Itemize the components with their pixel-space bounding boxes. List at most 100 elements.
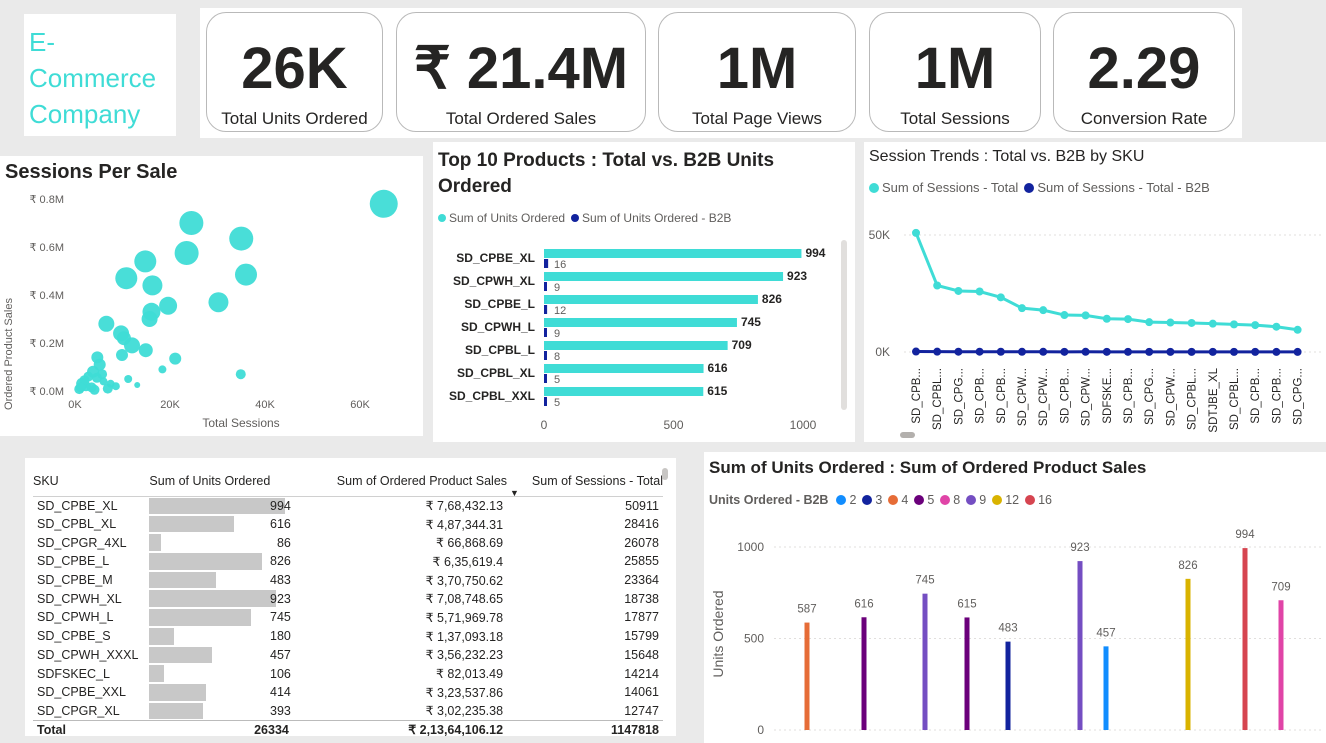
table-row[interactable]: SD_CPWH_L 745 ₹ 5,71,969.78 17877 — [33, 608, 663, 627]
series-point[interactable] — [1039, 306, 1048, 315]
bar-total[interactable] — [544, 318, 737, 327]
series-point[interactable] — [1124, 315, 1132, 324]
scatter-point[interactable] — [91, 372, 102, 383]
scatter-point[interactable] — [111, 382, 120, 391]
bar-b2b[interactable] — [544, 328, 547, 337]
series-point[interactable] — [1230, 320, 1238, 329]
series-point[interactable] — [1230, 347, 1238, 356]
series-point[interactable] — [975, 287, 984, 296]
series-point[interactable] — [1124, 347, 1132, 356]
table-row[interactable]: SD_CPBE_S 180 ₹ 1,37,093.18 15799 — [33, 627, 663, 646]
series-point[interactable] — [1145, 318, 1154, 327]
scatter-point[interactable] — [141, 311, 158, 327]
bar-total[interactable] — [544, 341, 728, 350]
horizontal-scrollbar[interactable] — [900, 432, 915, 438]
series-point[interactable] — [1039, 347, 1048, 356]
column-bar[interactable] — [1278, 600, 1284, 730]
scatter-point[interactable] — [138, 343, 153, 358]
column-bar[interactable] — [1103, 646, 1109, 730]
bar-total[interactable] — [544, 249, 802, 258]
series-point[interactable] — [1166, 318, 1175, 327]
top10-chart-panel[interactable]: Top 10 Products : Total vs. B2B Units Or… — [433, 142, 855, 442]
series-point[interactable] — [1272, 347, 1281, 356]
series-point[interactable] — [1166, 347, 1175, 356]
scatter-chart-panel[interactable]: Sessions Per Sale Ordered Product Sales … — [0, 156, 423, 436]
bar-b2b[interactable] — [544, 374, 547, 383]
scatter-point[interactable] — [208, 292, 229, 313]
series-point[interactable] — [1187, 318, 1196, 327]
series-point[interactable] — [1081, 347, 1090, 356]
bar-total[interactable] — [544, 295, 758, 304]
scatter-point[interactable] — [98, 315, 115, 332]
column-bar[interactable] — [922, 593, 928, 730]
scatter-point[interactable] — [235, 369, 246, 380]
table-scrollbar[interactable] — [662, 468, 668, 480]
scatter-point[interactable] — [115, 267, 138, 290]
scatter-point[interactable] — [134, 250, 157, 273]
kpi-card-total-sales[interactable]: ₹ 21.4M Total Ordered Sales — [396, 12, 646, 132]
series-point[interactable] — [1102, 314, 1111, 323]
scatter-point[interactable] — [369, 189, 398, 218]
table-row[interactable]: SDFSKEC_L 106 ₹ 82,013.49 14214 — [33, 664, 663, 683]
table-row[interactable]: SD_CPBL_XL 616 ₹ 4,87,344.31 28416 — [33, 515, 663, 534]
scatter-point[interactable] — [142, 275, 163, 296]
table-row[interactable]: SD_CPWH_XL 923 ₹ 7,08,748.65 18738 — [33, 589, 663, 608]
series-point[interactable] — [1293, 347, 1302, 356]
column-bar[interactable] — [964, 617, 970, 730]
series-point[interactable] — [1251, 347, 1260, 356]
kpi-card-total-units[interactable]: 26K Total Units Ordered — [206, 12, 383, 132]
units-chart-panel[interactable]: Sum of Units Ordered : Sum of Ordered Pr… — [704, 452, 1326, 743]
table-row[interactable]: SD_CPWH_XXXL 457 ₹ 3,56,232.23 15648 — [33, 646, 663, 665]
table-row[interactable]: SD_CPBE_M 483 ₹ 3,70,750.62 23364 — [33, 571, 663, 590]
sku-table-panel[interactable]: SKU Sum of Units Ordered Sum of Ordered … — [25, 458, 676, 736]
series-point[interactable] — [1145, 347, 1154, 356]
series-point[interactable] — [975, 347, 984, 356]
bar-b2b[interactable] — [544, 282, 547, 291]
scatter-point[interactable] — [89, 384, 100, 395]
series-point[interactable] — [1187, 347, 1196, 356]
column-bar[interactable] — [1242, 548, 1248, 730]
table-row[interactable]: SD_CPBE_L 826 ₹ 6,35,619.4 25855 — [33, 552, 663, 571]
trend-chart-panel[interactable]: Session Trends : Total vs. B2B by SKU Su… — [864, 142, 1326, 442]
scatter-point[interactable] — [235, 263, 257, 286]
column-bar[interactable] — [1077, 561, 1083, 730]
column-header-sku[interactable]: SKU — [33, 466, 150, 497]
table-row[interactable]: SD_CPGR_XL 393 ₹ 3,02,235.38 12747 — [33, 702, 663, 721]
scatter-point[interactable] — [75, 382, 86, 393]
scatter-point[interactable] — [174, 241, 199, 265]
series-point[interactable] — [1293, 325, 1302, 334]
table-row[interactable]: SD_CPBE_XXL 414 ₹ 3,23,537.86 14061 — [33, 683, 663, 702]
column-header-sessions[interactable]: Sum of Sessions - Total ▼ — [507, 466, 663, 498]
scatter-point[interactable] — [102, 383, 113, 394]
scatter-point[interactable] — [158, 365, 167, 374]
column-header-sales[interactable]: Sum of Ordered Product Sales — [292, 466, 508, 497]
scatter-point[interactable] — [124, 375, 133, 383]
series-point[interactable] — [996, 347, 1005, 356]
scatter-point[interactable] — [179, 211, 204, 235]
series-point[interactable] — [996, 293, 1005, 302]
scatter-point[interactable] — [229, 226, 254, 251]
series-point[interactable] — [933, 281, 942, 290]
kpi-card-sessions[interactable]: 1M Total Sessions — [869, 12, 1041, 132]
scrollbar[interactable] — [841, 240, 847, 410]
bar-b2b[interactable] — [544, 305, 548, 314]
series-point[interactable] — [1102, 347, 1111, 356]
series-point[interactable] — [1251, 321, 1260, 330]
column-bar[interactable] — [861, 617, 867, 730]
column-bar[interactable] — [804, 622, 810, 730]
series-point[interactable] — [1060, 311, 1069, 320]
scatter-point[interactable] — [134, 382, 141, 388]
series-point[interactable] — [1208, 347, 1217, 356]
scatter-point[interactable] — [116, 349, 129, 361]
series-point[interactable] — [1081, 311, 1090, 320]
series-point[interactable] — [912, 228, 920, 237]
bar-total[interactable] — [544, 272, 784, 281]
series-point[interactable] — [1018, 304, 1026, 313]
kpi-card-page-views[interactable]: 1M Total Page Views — [658, 12, 856, 132]
series-point[interactable] — [1272, 322, 1281, 331]
table-row[interactable]: SD_CPGR_4XL 86 ₹ 66,868.69 26078 — [33, 533, 663, 552]
series-point[interactable] — [1208, 319, 1217, 328]
series-point[interactable] — [954, 347, 963, 356]
series-point[interactable] — [912, 347, 920, 356]
bar-b2b[interactable] — [544, 351, 547, 360]
